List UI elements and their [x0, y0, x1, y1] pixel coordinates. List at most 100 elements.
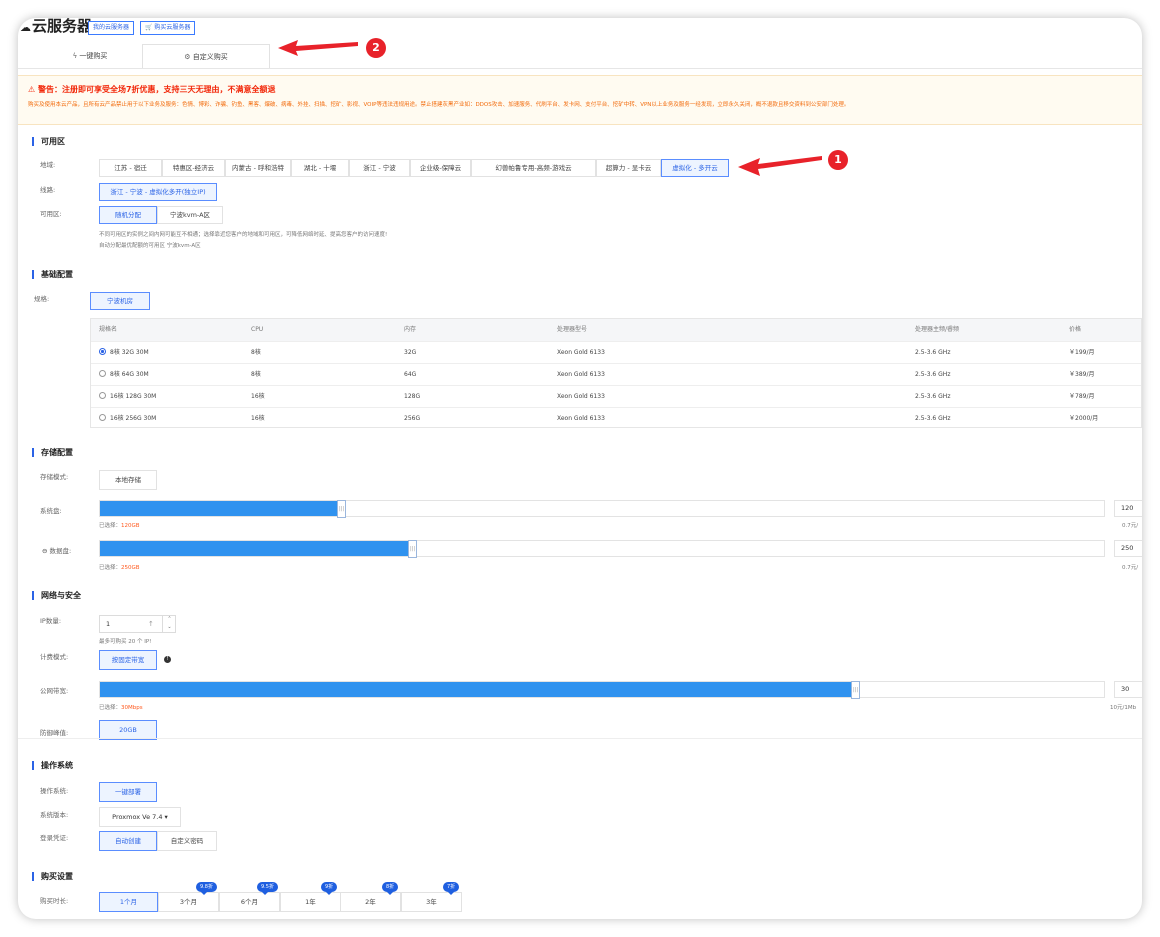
system-disk-label: 系统盘: — [40, 507, 62, 515]
region-option[interactable]: 幻兽帕鲁专用-高频-游戏云 — [471, 159, 596, 177]
tab-quick-buy[interactable]: ϟ 一键购买 — [38, 44, 142, 69]
duration-option[interactable]: 3个月 — [158, 892, 219, 912]
bandwidth-fill — [100, 682, 855, 697]
radio-button[interactable] — [99, 370, 106, 377]
region-option[interactable]: 江苏 - 宿迁 — [99, 159, 162, 177]
spec-name: 8核 64G 30M — [110, 371, 149, 378]
table-row[interactable]: 8核 32G 30M 8核 32G Xeon Gold 6133 2.5-3.6 GHz… — [91, 341, 1141, 363]
page-title: ☁云服务器 — [20, 18, 93, 35]
billing-mode-option[interactable]: 按固定带宽 — [99, 650, 157, 670]
spinner-icon[interactable]: ⌃ ⌄ — [162, 615, 176, 633]
cred-option-custom[interactable]: 自定义密码 — [157, 831, 217, 851]
os-version-select[interactable]: Proxmox Ve 7.4 ▾ — [99, 807, 181, 827]
region-option[interactable]: 特惠区-经济云 — [162, 159, 225, 177]
table-cell: 2.5-3.6 GHz — [915, 415, 951, 422]
region-option[interactable]: 浙江 - 宁波 — [349, 159, 410, 177]
col-frequency: 处理器主频/睿频 — [915, 326, 960, 333]
annotation-badge-2: 2 — [366, 38, 386, 58]
zone-option-ningbo[interactable]: 宁波kvm-A区 — [157, 206, 223, 224]
duration-option[interactable]: 6个月 — [219, 892, 280, 912]
region-option[interactable]: 内蒙古 - 呼和浩特 — [225, 159, 291, 177]
increment-icon[interactable]: ↑ — [148, 616, 154, 632]
my-servers-button[interactable]: 我的云服务器 — [88, 21, 135, 35]
tab-custom-buy[interactable]: ⚙ 自定义购买 — [142, 44, 270, 69]
storage-mode-label: 存储模式: — [40, 473, 69, 481]
cred-option-auto[interactable]: 自动创建 — [99, 831, 157, 851]
system-disk-handle[interactable]: ||| — [337, 500, 346, 518]
zone-label: 可用区: — [40, 210, 62, 218]
line-option[interactable]: 浙江 - 宁波 - 虚拟化多开(独立IP) — [99, 183, 217, 201]
system-disk-value[interactable]: 120 — [1114, 500, 1142, 517]
data-disk-slider[interactable]: ||| — [99, 540, 1105, 558]
table-cell: 8核 — [251, 371, 261, 378]
region-option[interactable]: 虚拟化 - 多开云 — [661, 159, 729, 177]
table-row[interactable]: 16核 256G 30M 16核 256G Xeon Gold 6133 2.5-3.6… — [91, 407, 1141, 429]
table-cell: Xeon Gold 6133 — [557, 393, 605, 400]
os-label: 操作系统: — [40, 787, 69, 795]
duration-option[interactable]: 1年 — [280, 892, 341, 912]
warning-title: ⚠ 警告：注册即可享受全场7折优惠，支持三天无理由，不满意全额退 — [28, 85, 276, 94]
ip-count-stepper[interactable]: 1 ↑ ⌃ ⌄ — [99, 615, 176, 633]
discount-badge: 9折 — [321, 882, 338, 895]
bandwidth-slider[interactable]: ||| — [99, 681, 1105, 699]
bandwidth-value[interactable]: 30 — [1114, 681, 1142, 698]
caret-down-icon: ▾ — [162, 813, 168, 821]
room-option[interactable]: 宁波机房 — [90, 292, 150, 310]
system-disk-fill — [100, 501, 341, 516]
ip-count-input[interactable]: 1 — [106, 616, 110, 632]
info-icon[interactable]: ! — [164, 656, 171, 663]
table-row[interactable]: 16核 128G 30M 16核 128G Xeon Gold 6133 2.5-3.6… — [91, 385, 1141, 407]
spec-name-cell: 8核 32G 30M — [99, 342, 149, 364]
line-label: 线路: — [40, 186, 56, 194]
duration-option[interactable]: 3年 — [401, 892, 462, 912]
section-purchase: 购买设置 — [32, 872, 73, 881]
spec-label: 规格: — [34, 295, 50, 303]
table-cell: Xeon Gold 6133 — [557, 349, 605, 356]
region-label: 地域: — [40, 161, 56, 169]
table-row[interactable]: 8核 64G 30M 8核 64G Xeon Gold 6133 2.5-3.6 GHz… — [91, 363, 1141, 385]
zone-option-random[interactable]: 随机分配 — [99, 206, 157, 224]
app-window: ☁云服务器 我的云服务器 🛒 购买云服务器 ϟ 一键购买 ⚙ 自定义购买 2 ⚠… — [18, 18, 1142, 919]
discount-badge: 8折 — [382, 882, 399, 895]
data-disk-handle[interactable]: ||| — [408, 540, 417, 558]
system-disk-price: 0.7元/ — [1122, 523, 1139, 529]
table-cell: 256G — [404, 415, 421, 422]
buy-server-button[interactable]: 🛒 购买云服务器 — [140, 21, 196, 35]
one-click-deploy-button[interactable]: 一键部署 — [99, 782, 157, 802]
billing-mode-label: 计费模式: — [40, 653, 69, 661]
table-cell: 2.5-3.6 GHz — [915, 349, 951, 356]
ddos-option[interactable]: 20GB — [99, 720, 157, 740]
duration-option[interactable]: 1个月 — [99, 892, 158, 912]
data-disk-price: 0.7元/ — [1122, 565, 1139, 571]
table-cell: 16核 — [251, 415, 265, 422]
region-option[interactable]: 超算力 - 显卡云 — [596, 159, 661, 177]
os-version-label: 系统版本: — [40, 811, 69, 819]
table-cell: 8核 — [251, 349, 261, 356]
col-spec: 规格名 — [99, 326, 118, 333]
bandwidth-label: 公网带宽: — [40, 687, 69, 695]
bandwidth-selected: 已选择：30Mbps — [99, 705, 143, 711]
data-disk-value[interactable]: 250 — [1114, 540, 1142, 557]
warning-banner: ⚠ 警告：注册即可享受全场7折优惠，支持三天无理由，不满意全额退 购买及使用本云… — [18, 75, 1142, 125]
storage-mode-option[interactable]: 本地存储 — [99, 470, 157, 490]
minus-circle-icon[interactable]: ⊖ — [42, 547, 50, 555]
radio-button[interactable] — [99, 348, 106, 355]
bandwidth-price: 10元/1Mb — [1110, 705, 1137, 711]
table-cell: 16核 — [251, 393, 265, 400]
region-option[interactable]: 湖北 - 十堰 — [291, 159, 349, 177]
duration-label: 购买时长: — [40, 897, 69, 905]
col-memory: 内存 — [404, 326, 417, 333]
tab-divider — [18, 68, 1142, 69]
table-cell: 32G — [404, 349, 417, 356]
col-cpu: CPU — [251, 326, 264, 333]
radio-button[interactable] — [99, 392, 106, 399]
region-option[interactable]: 企业级-保障云 — [410, 159, 471, 177]
bandwidth-handle[interactable]: ||| — [851, 681, 860, 699]
table-cell: ￥2000/月 — [1069, 415, 1099, 422]
spec-name: 16核 128G 30M — [110, 393, 157, 400]
radio-button[interactable] — [99, 414, 106, 421]
system-disk-slider[interactable]: ||| — [99, 500, 1105, 518]
data-disk-label: ⊖ 数据盘: — [42, 547, 72, 555]
discount-badge: 7折 — [443, 882, 460, 895]
duration-option[interactable]: 2年 — [340, 892, 401, 912]
